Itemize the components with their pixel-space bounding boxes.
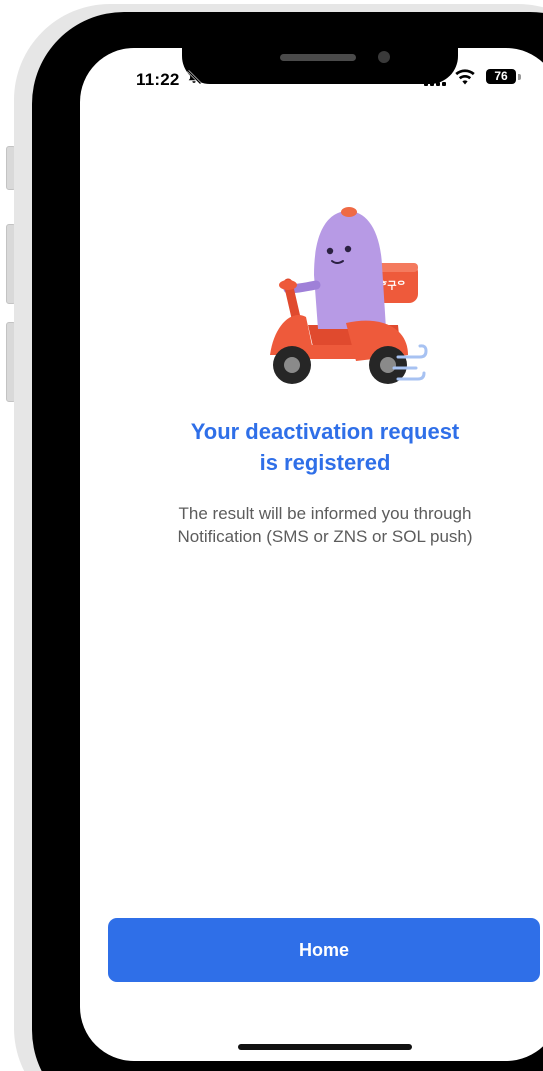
title-line-2: is registered [259, 450, 391, 475]
description-line-1: The result will be informed you through [178, 504, 472, 523]
page-title: Your deactivation request is registered [100, 416, 543, 478]
device-mockup: 11:22 76 ᄒ구ᄋ Your deactivation request i… [0, 0, 543, 1071]
home-indicator [238, 1044, 412, 1050]
title-line-1: Your deactivation request [190, 419, 460, 444]
description-line-2: Notification (SMS or ZNS or SOL push) [177, 527, 473, 546]
phone-frame: 11:22 76 ᄒ구ᄋ Your deactivation request i… [14, 4, 543, 1071]
result-description: The result will be informed you through … [100, 502, 543, 548]
front-camera [378, 51, 390, 63]
home-button[interactable]: Home [108, 918, 540, 982]
bell-slash-icon [187, 70, 202, 85]
phone-bezel: 11:22 76 ᄒ구ᄋ Your deactivation request i… [32, 12, 543, 1071]
battery-icon: 76 [486, 69, 516, 84]
delivery-scooter-icon: ᄒ구ᄋ [270, 207, 428, 384]
status-time: 11:22 [136, 70, 180, 89]
battery-cap [518, 74, 521, 80]
speaker-grille [280, 54, 356, 61]
wifi-icon [455, 69, 475, 85]
cellular-signal-icon [424, 82, 446, 86]
app-screen: 11:22 76 ᄒ구ᄋ Your deactivation request i… [80, 48, 543, 1061]
notch [182, 48, 458, 84]
